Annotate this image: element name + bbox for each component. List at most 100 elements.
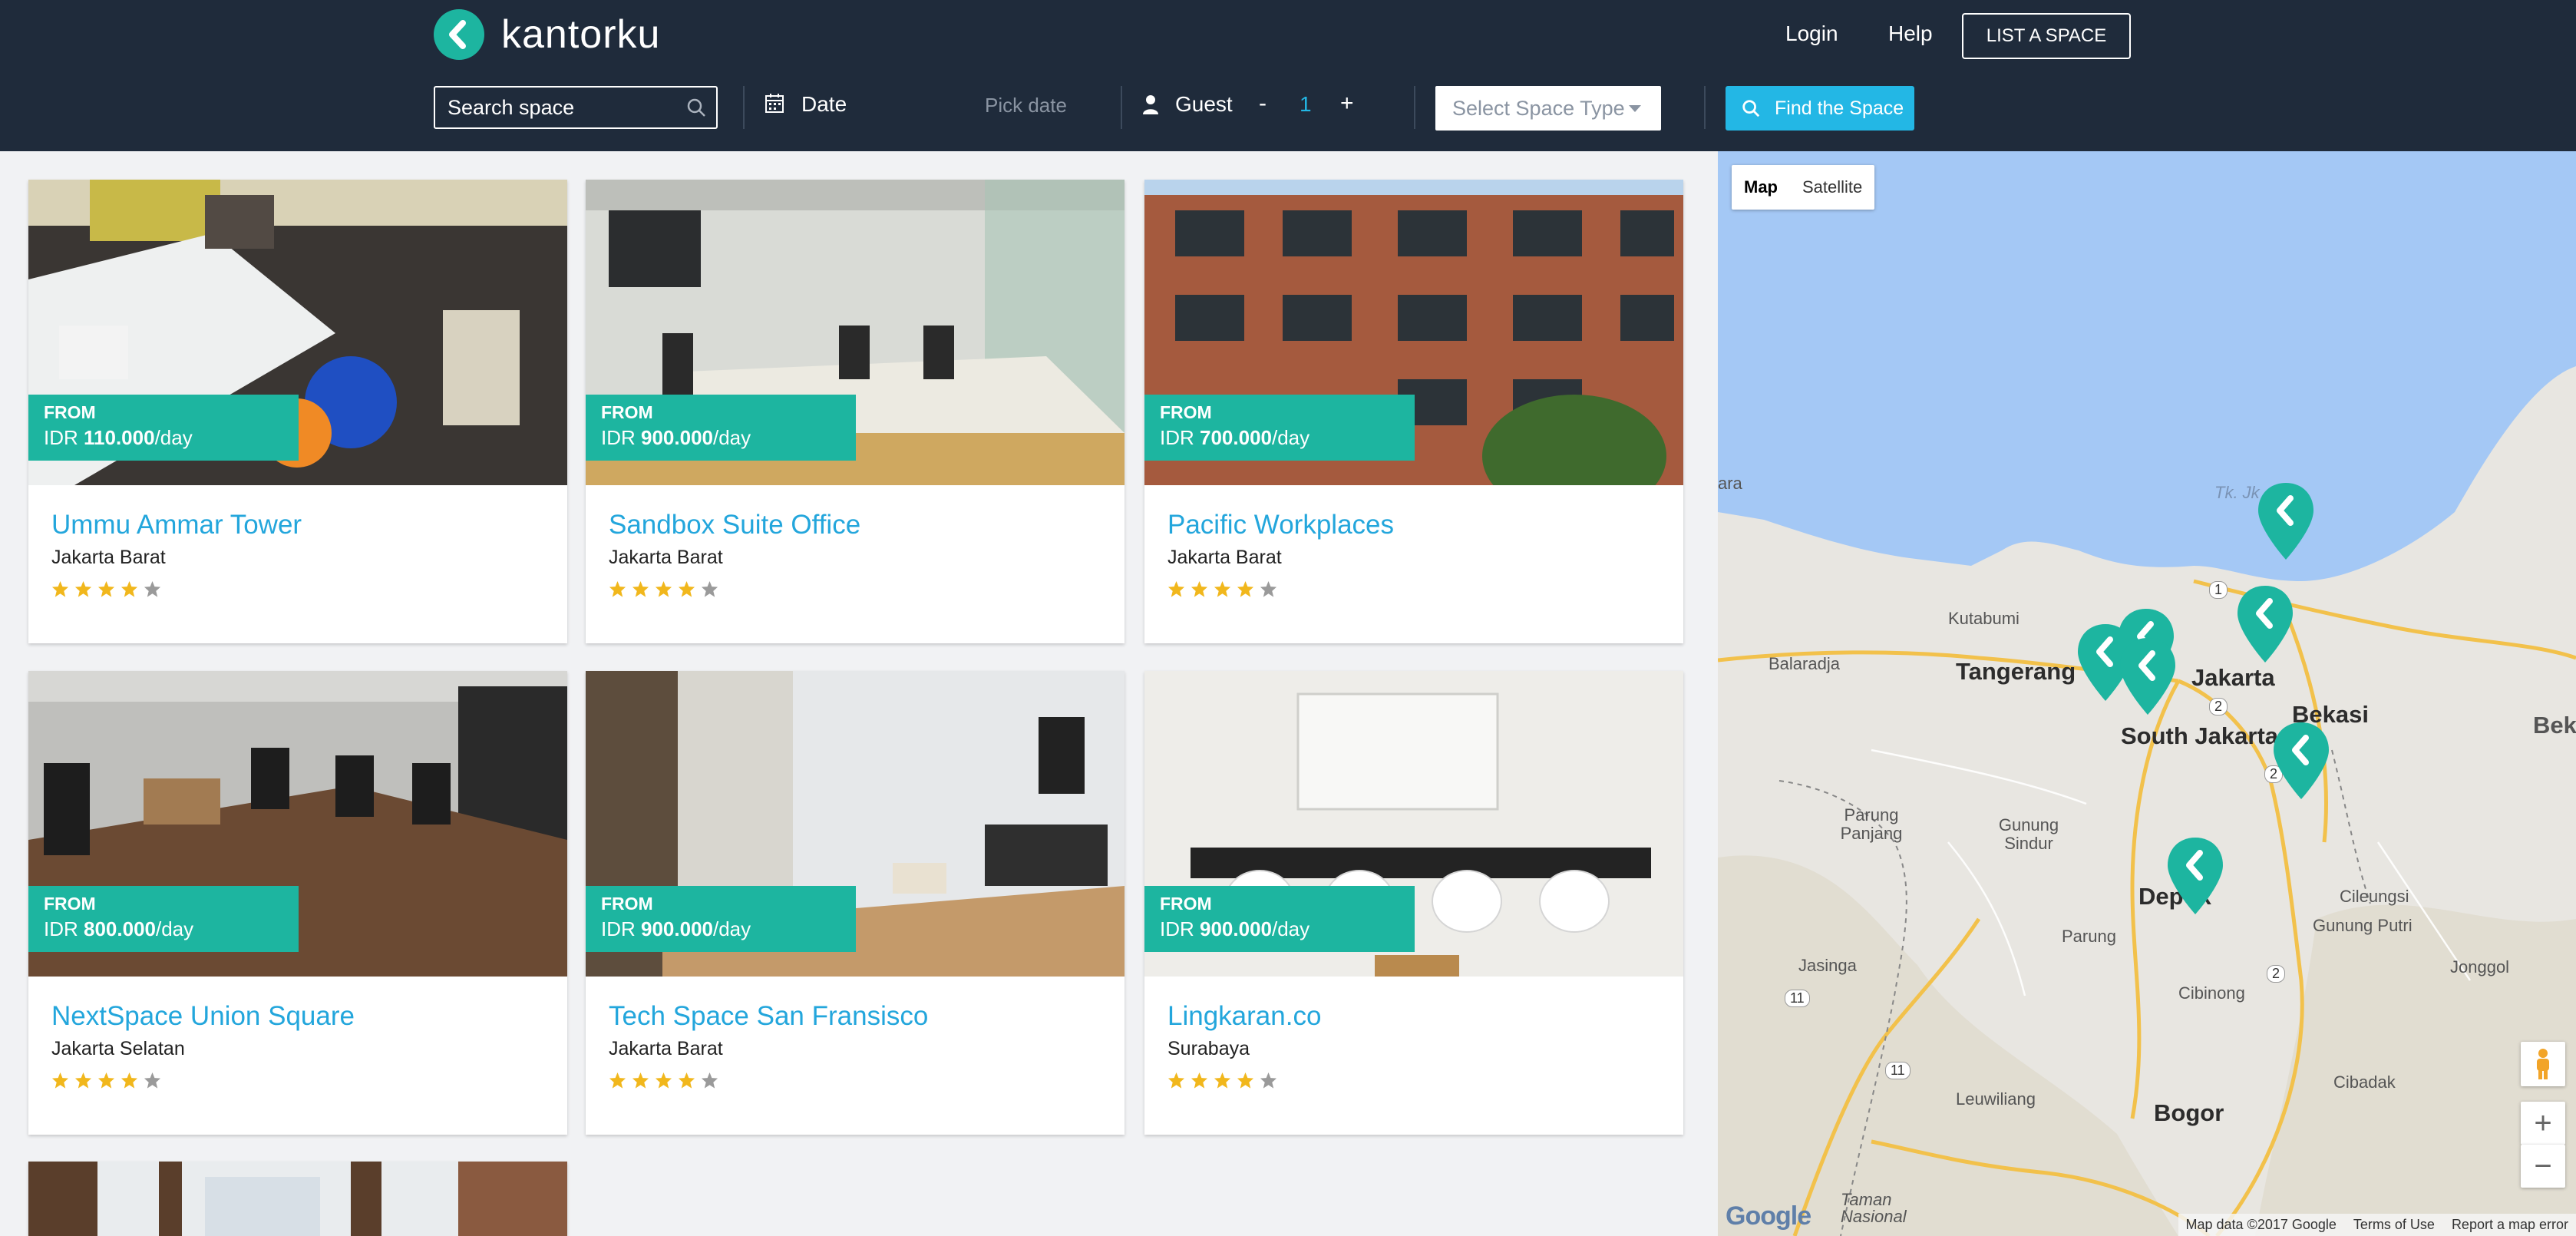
map-data-credit: Map data ©2017 Google xyxy=(2185,1217,2337,1232)
map-marker-icon[interactable] xyxy=(2255,480,2317,564)
caret-down-icon xyxy=(1629,105,1641,112)
user-icon xyxy=(1143,95,1158,114)
star-filled-icon xyxy=(1237,1072,1254,1089)
find-space-label: Find the Space xyxy=(1775,97,1904,119)
kantorku-logo-icon xyxy=(434,9,484,60)
map-panel[interactable]: Map Satellite ara Tk. Jk Kutabumi Balara… xyxy=(1718,151,2576,1236)
listing-title[interactable]: Tech Space San Fransisco xyxy=(609,1001,928,1032)
price-tag: FROM IDR 900.000/day xyxy=(1144,886,1415,952)
star-filled-icon xyxy=(632,1072,649,1089)
map-place-label: ara xyxy=(1718,474,1742,493)
price-from-label: FROM xyxy=(44,402,96,422)
search-icon xyxy=(687,98,705,117)
star-rating xyxy=(51,580,161,598)
report-map-error-link[interactable]: Report a map error xyxy=(2452,1217,2568,1233)
find-space-button[interactable]: Find the Space xyxy=(1726,86,1914,131)
price-value: IDR 900.000/day xyxy=(1160,917,1310,940)
star-filled-icon xyxy=(51,580,69,597)
guest-count: 1 xyxy=(1300,92,1312,116)
map-place-label: Cibadak xyxy=(2333,1072,2396,1092)
zoom-out-button[interactable]: − xyxy=(2521,1145,2565,1188)
price-from-label: FROM xyxy=(601,894,653,914)
star-filled-icon xyxy=(609,1072,626,1089)
guest-decrement-button[interactable]: - xyxy=(1259,91,1267,117)
star-filled-icon xyxy=(655,1072,672,1089)
price-tag: FROM IDR 800.000/day xyxy=(28,886,299,952)
space-type-placeholder: Select Space Type xyxy=(1452,96,1625,120)
date-picker-input[interactable]: Pick date xyxy=(985,94,1067,117)
map-place-label: Cileungsi xyxy=(2340,887,2409,906)
guest-increment-button[interactable]: + xyxy=(1340,91,1354,117)
star-filled-icon xyxy=(74,580,92,597)
map-place-label: South Jakarta xyxy=(2121,722,2279,749)
star-filled-icon xyxy=(121,580,138,597)
top-header: kantorku Login Help LIST A SPACE Search … xyxy=(0,0,2576,151)
divider xyxy=(1704,86,1706,129)
list-a-space-button[interactable]: LIST A SPACE xyxy=(1962,13,2131,59)
map-marker-icon[interactable] xyxy=(2117,635,2178,719)
listing-card[interactable]: FROM IDR 900.000/day Sandbox Suite Offic… xyxy=(586,180,1125,643)
listing-card[interactable]: FROM IDR 900.000/day Lingkaran.co Suraba… xyxy=(1144,671,1683,1135)
price-value: IDR 800.000/day xyxy=(44,917,194,940)
listing-location: Jakarta Barat xyxy=(51,547,166,568)
map-place-label: Tk. Jk xyxy=(2214,483,2260,502)
listing-card[interactable]: FROM IDR 700.000/day Pacific Workplaces … xyxy=(1144,180,1683,643)
street-view-pegman-icon[interactable] xyxy=(2521,1042,2565,1086)
star-filled-icon xyxy=(609,580,626,597)
price-value: IDR 110.000/day xyxy=(44,426,193,449)
search-input[interactable]: Search space xyxy=(434,86,718,129)
map-place-label: Tangerang xyxy=(1956,658,2076,685)
login-link[interactable]: Login xyxy=(1785,21,1838,46)
listing-card[interactable]: FROM IDR 800.000/day NextSpace Union Squ… xyxy=(28,671,567,1135)
road-shield: 1 xyxy=(2209,581,2228,599)
star-filled-icon xyxy=(1214,580,1231,597)
map-place-label: Leuwiliang xyxy=(1956,1089,2036,1109)
price-tag: FROM IDR 900.000/day xyxy=(586,395,856,461)
listing-card[interactable] xyxy=(28,1162,567,1236)
guest-label: Guest xyxy=(1175,92,1233,116)
listing-title[interactable]: Lingkaran.co xyxy=(1167,1001,1321,1032)
price-value: IDR 900.000/day xyxy=(601,426,751,449)
listing-title[interactable]: Sandbox Suite Office xyxy=(609,510,860,540)
google-logo: Google xyxy=(1726,1201,1811,1231)
star-filled-icon xyxy=(678,1072,695,1089)
listing-card[interactable]: FROM IDR 900.000/day Tech Space San Fran… xyxy=(586,671,1125,1135)
road-shield: 2 xyxy=(2267,965,2286,983)
divider xyxy=(1414,86,1415,129)
map-marker-icon[interactable] xyxy=(2234,583,2296,667)
price-from-label: FROM xyxy=(601,402,653,422)
search-icon xyxy=(1742,100,1760,117)
map-marker-icon[interactable] xyxy=(2165,834,2226,919)
road-shield: 2 xyxy=(2209,698,2228,715)
zoom-in-button[interactable]: + xyxy=(2521,1102,2565,1145)
star-rating xyxy=(609,580,718,598)
road-shield: 11 xyxy=(1785,990,1810,1007)
listing-card[interactable]: FROM IDR 110.000/day Ummu Ammar Tower Ja… xyxy=(28,180,567,643)
brand-logo[interactable]: kantorku xyxy=(434,9,660,60)
map-marker-icon[interactable] xyxy=(2271,719,2332,804)
listing-title[interactable]: NextSpace Union Square xyxy=(51,1001,355,1032)
map-type-map[interactable]: Map xyxy=(1732,165,1790,210)
map-place-label: Kutabumi xyxy=(1948,609,2020,628)
road-shield: 11 xyxy=(1885,1062,1911,1079)
star-empty-icon xyxy=(1260,580,1277,597)
star-empty-icon xyxy=(144,1072,161,1089)
help-link[interactable]: Help xyxy=(1888,21,1933,46)
star-rating xyxy=(1167,580,1277,598)
star-filled-icon xyxy=(51,1072,69,1089)
price-from-label: FROM xyxy=(1160,894,1212,914)
terms-of-use-link[interactable]: Terms of Use xyxy=(2353,1217,2435,1233)
price-from-label: FROM xyxy=(44,894,96,914)
map-type-satellite[interactable]: Satellite xyxy=(1790,165,1874,210)
listing-title[interactable]: Pacific Workplaces xyxy=(1167,510,1394,540)
listing-location: Jakarta Selatan xyxy=(51,1038,185,1059)
search-placeholder: Search space xyxy=(447,95,575,119)
listing-title[interactable]: Ummu Ammar Tower xyxy=(51,510,302,540)
map-place-label: Jakarta xyxy=(2191,664,2275,691)
listing-location: Surabaya xyxy=(1167,1038,1250,1059)
star-filled-icon xyxy=(632,580,649,597)
star-rating xyxy=(1167,1072,1277,1089)
map-type-toggle[interactable]: Map Satellite xyxy=(1732,165,1875,210)
star-filled-icon xyxy=(1167,580,1185,597)
space-type-select[interactable]: Select Space Type xyxy=(1435,86,1661,131)
